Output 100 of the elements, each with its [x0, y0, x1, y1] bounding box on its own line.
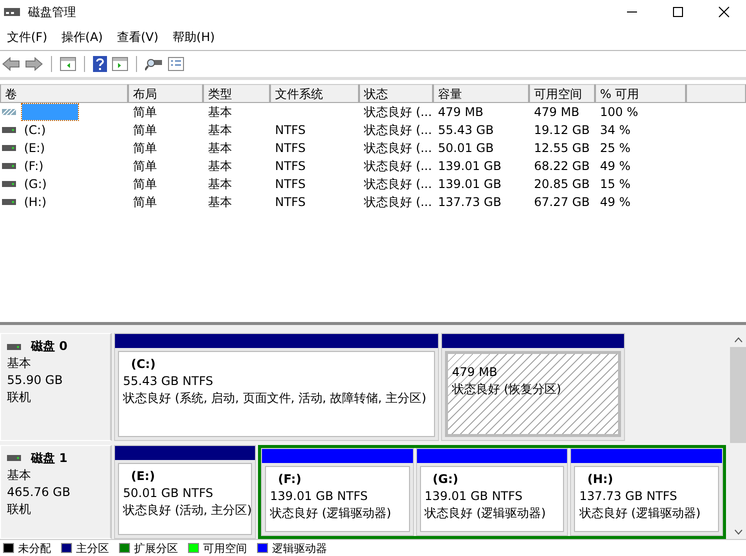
table-cell-text: 139.01 GB	[437, 159, 502, 173]
table-cell-text: 简单	[132, 158, 158, 174]
partition[interactable]: (F:) 139.01 GB NTFS 状态良好 (逻辑驱动器)	[261, 448, 414, 536]
table-cell-text: 68.22 GB	[533, 159, 591, 173]
table-cell-text: 49 %	[599, 159, 632, 173]
table-cell-text: NTFS	[274, 141, 307, 155]
table-cell-text: 基本	[207, 194, 233, 210]
window-title: 磁盘管理	[28, 4, 76, 20]
table-cell-text: 479 MB	[533, 105, 580, 119]
table-cell-text: 20.85 GB	[533, 177, 591, 191]
partition-size: 137.73 GB NTFS	[579, 488, 678, 505]
table-cell-text: 50.01 GB	[437, 141, 495, 155]
table-cell-text: 479 MB	[437, 105, 484, 119]
partition-size: 139.01 GB NTFS	[270, 488, 369, 505]
partition-status: 状态良好 (逻辑驱动器)	[424, 504, 547, 522]
table-cell-text: 139.01 GB	[437, 177, 502, 191]
disk-management-icon	[4, 6, 20, 18]
legend-label: 可用空间	[203, 540, 247, 556]
menu-item[interactable]: 查看(V)	[110, 28, 166, 46]
disk-state: 联机	[7, 500, 32, 518]
table-cell-text: 49 %	[599, 195, 632, 209]
table-cell-text: 基本	[207, 158, 233, 174]
legend-label: 逻辑驱动器	[272, 540, 327, 556]
partition-label: (F:)	[277, 470, 302, 488]
panel-icon[interactable]	[60, 57, 76, 71]
partition[interactable]: (E:) 50.01 GB NTFS 状态良好 (活动, 主分区)	[114, 444, 256, 539]
disk-info-panel[interactable]: 磁盘 1 基本 465.76 GB 联机	[0, 444, 112, 539]
table-cell-text: 67.27 GB	[533, 195, 591, 209]
column-header[interactable]: 布局	[128, 84, 203, 103]
drive-icon	[2, 181, 16, 187]
column-header[interactable]: 可用空间	[529, 84, 595, 103]
table-cell-text: 简单	[132, 176, 158, 192]
column-header[interactable]: 容量	[433, 84, 529, 103]
table-cell-text: 基本	[207, 176, 233, 192]
table-cell-text: 12.55 GB	[533, 141, 591, 155]
partition-label: (C:)	[130, 356, 157, 373]
table-cell-text: 19.12 GB	[533, 123, 591, 137]
checklist-icon[interactable]	[168, 57, 184, 71]
table-cell-text: 基本	[207, 140, 233, 156]
column-header[interactable]: % 可用	[595, 84, 686, 103]
volume-name[interactable]: (F:)	[22, 158, 46, 174]
partition-size: 139.01 GB NTFS	[424, 488, 524, 505]
table-cell-text: 简单	[132, 104, 158, 120]
volume-name[interactable]: (G:)	[22, 176, 49, 192]
drive-icon	[2, 163, 16, 169]
table-cell-text: 15 %	[599, 177, 632, 191]
table-cell-text: 100 %	[599, 105, 640, 119]
partition-size: 479 MB	[452, 364, 498, 381]
legend-label: 扩展分区	[134, 540, 178, 556]
disk-size: 55.90 GB	[7, 372, 64, 389]
volume-name[interactable]: (C:)	[22, 122, 48, 138]
column-header[interactable]: 文件系统	[270, 84, 359, 103]
partition[interactable]: 479 MB 状态良好 (恢复分区)	[441, 333, 625, 441]
partition[interactable]: (G:) 139.01 GB NTFS 状态良好 (逻辑驱动器)	[416, 448, 568, 536]
drive-icon	[2, 199, 16, 205]
column-header[interactable]: 类型	[203, 84, 270, 103]
back-arrow-icon[interactable]	[2, 57, 20, 71]
volume-name[interactable]: (E:)	[22, 140, 47, 156]
menu-item[interactable]: 文件(F)	[0, 28, 54, 46]
partition-status: 状态良好 (逻辑驱动器)	[579, 504, 702, 522]
table-cell-text: NTFS	[274, 177, 307, 191]
maximize-icon[interactable]	[672, 6, 684, 18]
menu-item[interactable]: 帮助(H)	[165, 28, 222, 46]
partition[interactable]: (H:) 137.73 GB NTFS 状态良好 (逻辑驱动器)	[570, 448, 724, 536]
column-header[interactable]: 状态	[359, 84, 433, 103]
legend-label: 主分区	[76, 540, 109, 556]
partition-status: 状态良好 (逻辑驱动器)	[270, 504, 392, 522]
drive-icon	[2, 145, 16, 151]
table-cell-text: NTFS	[274, 159, 307, 173]
table-cell-text: 简单	[132, 140, 158, 156]
table-cell-text: 状态良好 (...	[363, 176, 433, 192]
panel-icon[interactable]	[112, 57, 128, 71]
table-cell-text: NTFS	[274, 195, 307, 209]
partition-status: 状态良好 (系统, 启动, 页面文件, 活动, 故障转储, 主分区)	[123, 390, 428, 407]
partition-size: 50.01 GB NTFS	[123, 484, 214, 502]
table-cell-text: 55.43 GB	[437, 123, 495, 137]
disk-state: 联机	[7, 389, 32, 406]
legend-label: 未分配	[18, 540, 51, 556]
table-cell-text: 简单	[132, 194, 158, 210]
table-cell-text: 状态良好 (...	[363, 122, 433, 138]
scroll-up-icon[interactable]	[734, 337, 742, 343]
scroll-down-icon[interactable]	[734, 529, 742, 535]
disk-name: 磁盘 0	[31, 338, 68, 355]
partition-label: (H:)	[586, 470, 614, 488]
table-cell-text: 137.73 GB	[437, 195, 502, 209]
column-header[interactable]: 卷	[0, 84, 128, 103]
help-icon[interactable]	[93, 56, 107, 72]
table-cell-text: 34 %	[599, 123, 632, 137]
partition[interactable]: (C:) 55.43 GB NTFS 状态良好 (系统, 启动, 页面文件, 活动, 故障转储, 主分区)	[114, 333, 439, 441]
column-header	[686, 84, 746, 103]
drive-icon	[2, 127, 16, 133]
forward-arrow-icon[interactable]	[25, 57, 43, 71]
table-cell-text: 基本	[207, 104, 233, 120]
volume-name[interactable]: (H:)	[22, 194, 48, 210]
disk-info-panel[interactable]: 磁盘 0 基本 55.90 GB 联机	[0, 333, 112, 441]
close-icon[interactable]	[718, 6, 730, 18]
table-cell-text: NTFS	[274, 123, 307, 137]
magnifier-icon[interactable]	[145, 57, 163, 71]
menu-item[interactable]: 操作(A)	[54, 28, 110, 46]
partition-status: 状态良好 (恢复分区)	[452, 381, 562, 398]
